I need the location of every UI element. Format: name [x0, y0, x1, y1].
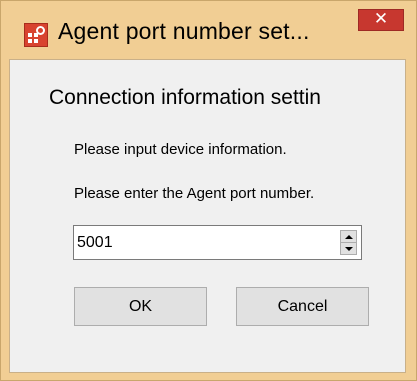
ok-button[interactable]: OK: [74, 287, 207, 326]
close-button[interactable]: ✕: [358, 9, 404, 31]
grid-icon: [28, 33, 38, 43]
close-icon: ✕: [373, 9, 389, 29]
port-number-spinbox: [73, 225, 362, 260]
gear-icon: [36, 26, 45, 35]
section-title: Connection information settin: [49, 86, 321, 109]
spin-down-button[interactable]: [341, 243, 356, 254]
port-prompt-label: Please enter the Agent port number.: [74, 185, 315, 202]
dialog-content: Connection information settin Please inp…: [9, 59, 406, 373]
spin-buttons: [340, 230, 357, 255]
port-number-input[interactable]: [76, 228, 335, 257]
dialog-window: Agent port number set... ✕ Connection in…: [0, 0, 417, 381]
title-bar[interactable]: Agent port number set... ✕: [1, 1, 416, 59]
arrow-down-icon: [344, 246, 353, 251]
window-title: Agent port number set...: [58, 18, 310, 44]
app-icon[interactable]: [24, 23, 48, 47]
arrow-up-icon: [344, 234, 353, 239]
instruction-label: Please input device information.: [74, 141, 287, 158]
cancel-button[interactable]: Cancel: [236, 287, 369, 326]
spin-up-button[interactable]: [341, 231, 356, 243]
